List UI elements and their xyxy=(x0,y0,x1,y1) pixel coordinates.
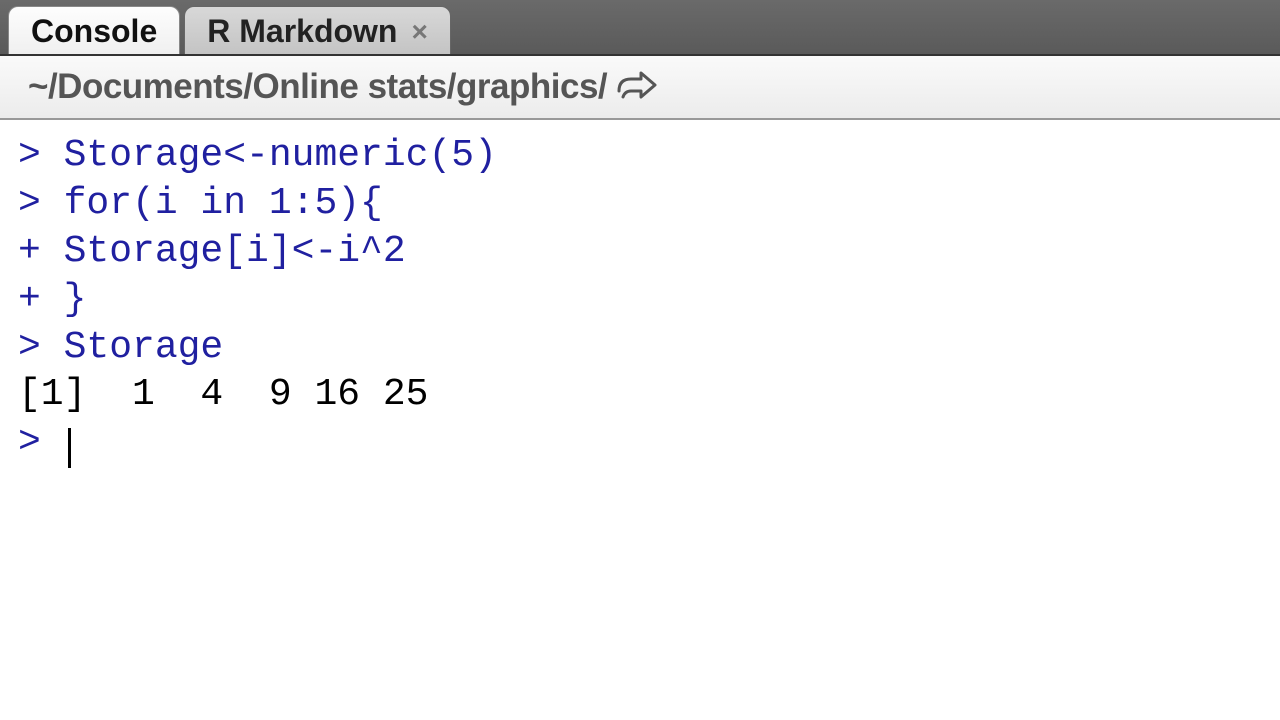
continuation-prompt: + xyxy=(18,278,64,321)
tab-console[interactable]: Console xyxy=(8,6,180,54)
close-icon[interactable]: × xyxy=(411,18,427,46)
code-line: Storage[i]<-i^2 xyxy=(64,230,406,273)
code-line: Storage xyxy=(64,326,224,369)
prompt: > xyxy=(18,182,64,225)
code-line: Storage<-numeric(5) xyxy=(64,134,497,177)
go-to-directory-icon[interactable] xyxy=(617,71,657,103)
prompt: > xyxy=(18,326,64,369)
code-line: } xyxy=(64,278,87,321)
working-directory-path: ~/Documents/Online stats/graphics/ xyxy=(28,67,607,107)
console-output-area[interactable]: > Storage<-numeric(5) > for(i in 1:5){ +… xyxy=(0,120,1280,479)
tab-rmarkdown[interactable]: R Markdown × xyxy=(184,6,451,54)
tab-rmarkdown-label: R Markdown xyxy=(207,13,397,50)
prompt: > xyxy=(18,134,64,177)
tab-bar: Console R Markdown × xyxy=(0,0,1280,56)
output-line: [1] 1 4 9 16 25 xyxy=(18,373,428,416)
text-cursor xyxy=(68,428,71,468)
tab-console-label: Console xyxy=(31,13,157,50)
continuation-prompt: + xyxy=(18,230,64,273)
path-bar: ~/Documents/Online stats/graphics/ xyxy=(0,56,1280,120)
code-line: for(i in 1:5){ xyxy=(64,182,383,225)
prompt: > xyxy=(18,421,64,464)
